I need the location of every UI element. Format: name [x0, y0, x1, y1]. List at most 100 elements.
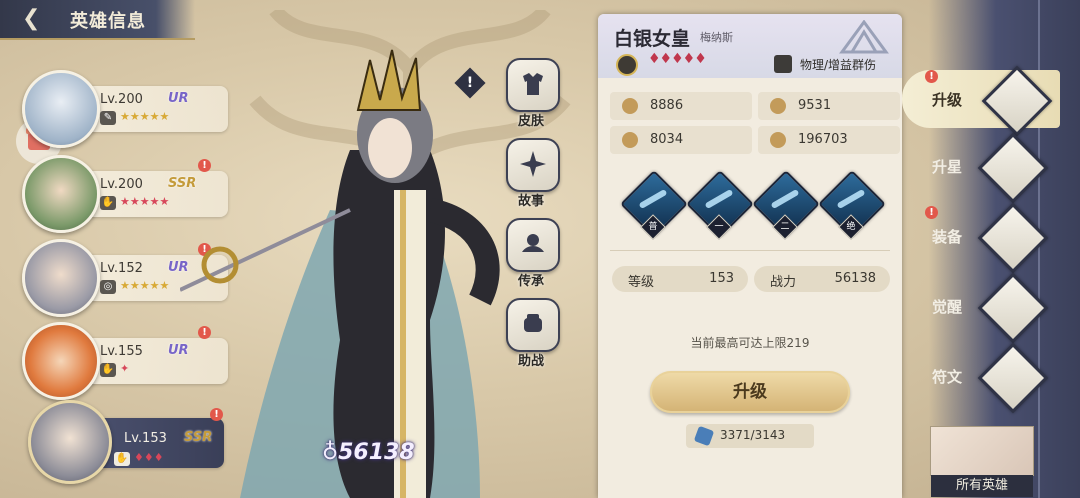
back-arrow-icon: ❮ — [22, 6, 41, 31]
exclamation-icon: ! — [466, 75, 474, 91]
hero-name: 白银女皇 — [614, 28, 691, 50]
lotus-icon — [522, 234, 544, 252]
level-pill: 等级 153 — [612, 266, 748, 292]
upgrade-cost: 3371/3143 — [686, 424, 814, 448]
combat-power-display: ♁56138 — [322, 440, 415, 465]
power-label: 战力 — [770, 275, 797, 290]
stat-value: 9531 — [798, 98, 832, 113]
upgrade-cost-value: 3371/3143 — [720, 428, 786, 442]
level-cap-text: 当前最高可达上限219 — [690, 336, 810, 350]
rune-icon — [977, 342, 1049, 414]
hero-avatar — [22, 155, 100, 233]
heart-icon — [770, 132, 786, 148]
upgrade-icon — [981, 65, 1053, 137]
shield-icon — [770, 98, 786, 114]
fist-icon — [524, 314, 542, 332]
side-button-frame — [506, 218, 560, 272]
shirt-icon — [523, 73, 543, 95]
power-symbol-icon: ♁ — [322, 440, 339, 465]
hero-info-panel: 白银女皇 梅纳斯 ♦♦♦♦♦ 物理/增益群伤 8886 9531 8034 19… — [598, 14, 902, 498]
hero-stars: ★★★★★ — [120, 195, 170, 208]
class-icon: ✋ — [114, 452, 130, 466]
level-value: 153 — [709, 271, 734, 286]
tab-label: 升级 — [932, 91, 963, 109]
faction-crest-icon — [839, 20, 889, 54]
story-button[interactable]: 故事 — [502, 138, 560, 209]
stat-value: 8034 — [650, 132, 684, 147]
hero-level: Lv.200 — [100, 92, 143, 107]
skill-tag-text: 一 — [714, 222, 724, 232]
side-button-frame — [506, 138, 560, 192]
stat-attack: 8886 — [610, 92, 752, 120]
hero-title: 梅纳斯 — [700, 31, 733, 44]
tab-star-up[interactable]: 升星 — [920, 132, 1080, 204]
panel-header: 白银女皇 梅纳斯 ♦♦♦♦♦ 物理/增益群伤 — [598, 14, 902, 78]
power-value: 56138 — [834, 271, 876, 286]
all-heroes-button[interactable]: 所有英雄 — [930, 426, 1034, 497]
tab-rune[interactable]: 符文 — [920, 342, 1080, 414]
skill-one[interactable]: 一 — [686, 170, 754, 240]
divider — [610, 250, 890, 251]
inherit-button[interactable]: 传承 — [502, 218, 560, 289]
armor-icon — [622, 132, 638, 148]
assist-button[interactable]: 助战 — [502, 298, 560, 369]
page-title: 英雄信息 — [70, 11, 146, 32]
stat-value: 8886 — [650, 98, 684, 113]
exp-book-icon — [693, 425, 715, 447]
star-up-icon — [977, 132, 1049, 204]
sparkle-icon — [520, 151, 546, 177]
hero-stars: ★★★★★ — [120, 110, 170, 123]
element-icon[interactable] — [616, 54, 638, 76]
armor-tab-icon — [977, 202, 1049, 274]
skill-tag-text: 普 — [648, 222, 658, 232]
side-button-frame — [506, 298, 560, 352]
hero-avatar — [22, 322, 100, 400]
hero-avatar — [22, 239, 100, 317]
hero-level: Lv.152 — [100, 261, 143, 276]
inherit-label: 传承 — [517, 274, 544, 289]
power-pill: 战力 56138 — [754, 266, 890, 292]
hero-level: Lv.200 — [100, 177, 143, 192]
skill-tag-text: 二 — [780, 222, 790, 232]
skin-button[interactable]: 皮肤 — [502, 58, 560, 129]
skill-ultimate[interactable]: 绝 — [818, 170, 886, 240]
class-icon: ✋ — [100, 363, 116, 377]
alert-icon: ! — [925, 206, 938, 219]
stat-defense: 9531 — [758, 92, 900, 120]
skill-two[interactable]: 二 — [752, 170, 820, 240]
skill-tag-text: 绝 — [846, 222, 856, 232]
hero-stars: ✦ — [120, 362, 130, 375]
tab-label: 符文 — [932, 368, 963, 386]
skin-label: 皮肤 — [517, 114, 544, 129]
hero-stars: ♦♦♦ — [134, 451, 164, 464]
rank-gems: ♦♦♦♦♦ — [648, 51, 707, 67]
notice-button[interactable]: ! — [454, 67, 486, 99]
tab-equipment[interactable]: 装备 — [920, 202, 1080, 274]
hero-level: Lv.153 — [124, 431, 167, 446]
class-icon: ✎ — [100, 111, 116, 125]
hero-avatar — [22, 70, 100, 148]
tab-label: 升星 — [932, 158, 963, 176]
title-bar: ❮ 英雄信息 — [0, 0, 195, 40]
assist-label: 助战 — [517, 354, 544, 369]
stat-value: 196703 — [798, 132, 848, 147]
sword-icon — [622, 98, 638, 114]
tab-awaken[interactable]: 觉醒 — [920, 272, 1080, 344]
story-label: 故事 — [517, 194, 544, 209]
level-label: 等级 — [628, 275, 655, 290]
tab-label: 觉醒 — [932, 298, 963, 316]
stat-armor: 8034 — [610, 126, 752, 154]
all-heroes-label: 所有英雄 — [931, 475, 1033, 497]
class-icon: ◎ — [100, 280, 116, 294]
skill-basic[interactable]: 普 — [620, 170, 688, 240]
hero-level: Lv.155 — [100, 344, 143, 359]
class-type-icon[interactable] — [774, 55, 792, 73]
class-text: 物理/增益群伤 — [800, 58, 877, 72]
hero-stars: ★★★★★ — [120, 279, 170, 292]
combat-power-value: 56138 — [338, 440, 415, 465]
upgrade-button[interactable]: 升级 — [650, 371, 850, 413]
class-icon: ✋ — [100, 196, 116, 210]
awaken-icon — [977, 272, 1049, 344]
stat-hp: 196703 — [758, 126, 900, 154]
back-button[interactable]: ❮ — [22, 6, 52, 32]
